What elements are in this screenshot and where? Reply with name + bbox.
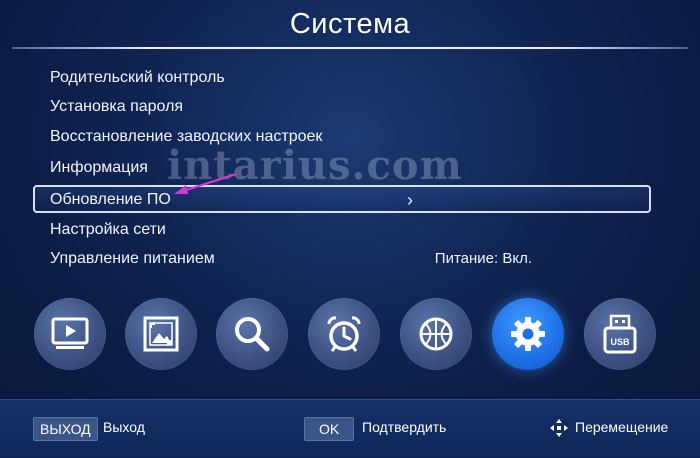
menu-item-label: Информация: [50, 159, 148, 176]
timer-category-button[interactable]: [308, 298, 380, 370]
title-divider: [12, 47, 688, 49]
footer-bar: ВЫХОД Выход OK Подтвердить Перемещение: [0, 399, 700, 458]
search-category-button[interactable]: [216, 298, 288, 370]
exit-label: Выход: [103, 419, 145, 435]
menu-item-label: Родительский контроль: [50, 69, 225, 86]
system-category-button[interactable]: [492, 298, 564, 370]
pointer-arrow-icon: [174, 172, 237, 194]
entertainment-category-button[interactable]: [400, 298, 472, 370]
page-title: Система: [289, 8, 411, 40]
menu-item-label: Установка пароля: [50, 98, 184, 115]
search-icon: [235, 317, 270, 352]
menu-item-password[interactable]: Установка пароля: [50, 94, 650, 120]
move-label: Перемещение: [575, 419, 669, 435]
menu-item-power-management[interactable]: Управление питанием Питание: Вкл.: [50, 246, 650, 272]
move-arrows-icon: [550, 419, 568, 437]
menu-item-label: Настройка сети: [50, 221, 166, 238]
tv-category-button[interactable]: [34, 298, 106, 370]
tv-icon: [51, 317, 89, 349]
menu-item-label: Обновление ПО: [50, 191, 171, 208]
picture-category-button[interactable]: [125, 298, 197, 370]
exit-key[interactable]: ВЫХОД: [33, 417, 98, 441]
usb-category-button[interactable]: USB: [584, 298, 656, 370]
chevron-right-icon: ›: [407, 190, 413, 210]
usb-icon: USB: [603, 314, 637, 354]
menu-item-parental-control[interactable]: Родительский контроль: [50, 65, 650, 91]
confirm-label: Подтвердить: [362, 419, 447, 435]
ball-icon: [419, 317, 453, 351]
menu-item-software-update[interactable]: Обновление ПО ›: [33, 185, 651, 213]
power-status-value: Питание: Вкл.: [434, 250, 532, 267]
menu-item-label: Управление питанием: [50, 250, 215, 267]
menu-item-network-settings[interactable]: Настройка сети: [50, 217, 650, 243]
alarm-clock-icon: [327, 316, 361, 352]
category-icon-bar: USB: [0, 298, 700, 372]
ok-key[interactable]: OK: [304, 417, 355, 441]
gear-icon: [511, 317, 545, 351]
svg-text:USB: USB: [610, 337, 630, 347]
picture-icon: [143, 316, 179, 352]
